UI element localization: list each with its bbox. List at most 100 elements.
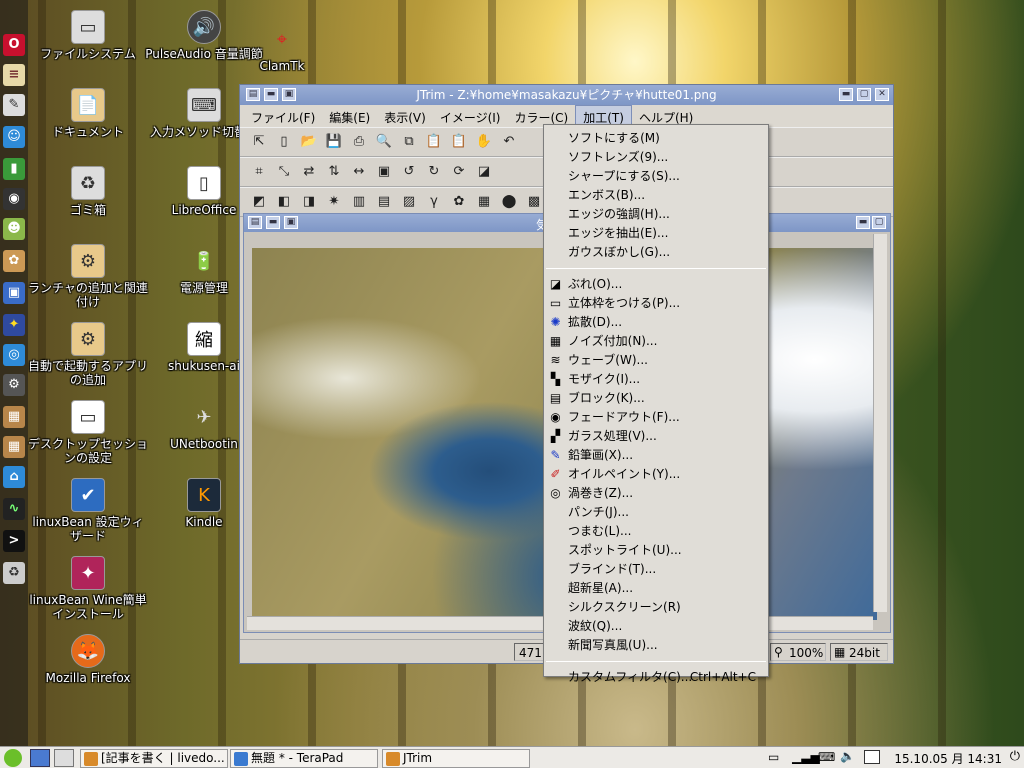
desktop-icon-filesystem[interactable]: ▭ ファイルシステム: [28, 10, 148, 61]
menu-item-soften[interactable]: ソフトにする(M): [544, 129, 768, 148]
menu-item-block[interactable]: ▤ ブロック(K)...: [544, 389, 768, 408]
paint-icon[interactable]: ✿: [3, 250, 25, 272]
desktop-icon-autostart[interactable]: ⚙ 自動で起動するアプリの追加: [28, 322, 148, 387]
menu-item-sharpen[interactable]: シャープにする(S)...: [544, 167, 768, 186]
menu-item-spotlight[interactable]: スポットライト(U)...: [544, 541, 768, 560]
cart-icon[interactable]: ⌂: [3, 466, 25, 488]
package-add-icon[interactable]: ▦: [3, 436, 25, 458]
blur-tool-icon[interactable]: ◪: [473, 161, 495, 183]
menu-image[interactable]: イメージ(I): [433, 105, 508, 127]
undo-icon[interactable]: ↶: [498, 131, 520, 153]
sparkle-icon[interactable]: ✷: [323, 191, 345, 213]
gradient-icon[interactable]: ◩: [248, 191, 270, 213]
editor-icon[interactable]: ✎: [3, 94, 25, 116]
gamma-icon[interactable]: γ: [423, 191, 445, 213]
menu-item-punch[interactable]: パンチ(J)...: [544, 503, 768, 522]
child-menu-icon[interactable]: ▤: [248, 216, 262, 229]
menu-item-diffuse[interactable]: ✺ 拡散(D)...: [544, 313, 768, 332]
menu-item-edge-detect[interactable]: エッジを抽出(E)...: [544, 224, 768, 243]
stretch-icon[interactable]: ↔: [348, 161, 370, 183]
child-restore-icon[interactable]: ▣: [284, 216, 298, 229]
rotate-right-icon[interactable]: ↻: [423, 161, 445, 183]
start-menu-icon[interactable]: [4, 749, 22, 767]
palette-icon[interactable]: ⬤: [498, 191, 520, 213]
grid-icon[interactable]: ▩: [523, 191, 545, 213]
package-icon[interactable]: ▦: [3, 406, 25, 428]
chat-icon[interactable]: ☺: [3, 126, 25, 148]
crop-icon[interactable]: ⌗: [248, 161, 270, 183]
color-wheel-icon[interactable]: ✿: [448, 191, 470, 213]
child-minimize-icon[interactable]: ▬: [266, 216, 280, 229]
open-recent-icon[interactable]: ⇱: [248, 131, 270, 153]
monitor-icon[interactable]: ∿: [3, 498, 25, 520]
menu-item-glass[interactable]: ▞ ガラス処理(V)...: [544, 427, 768, 446]
frame-icon[interactable]: ▣: [373, 161, 395, 183]
sepia-icon[interactable]: ◧: [273, 191, 295, 213]
menu-file[interactable]: ファイル(F): [244, 105, 322, 127]
network-icon[interactable]: ◎: [3, 344, 25, 366]
menu-item-wave[interactable]: ≋ ウェーブ(W)...: [544, 351, 768, 370]
hsv-icon[interactable]: ▤: [373, 191, 395, 213]
terminal-icon[interactable]: >: [3, 530, 25, 552]
menu-item-3d-frame[interactable]: ▭ 立体枠をつける(P)...: [544, 294, 768, 313]
window-titlebar[interactable]: ▤ ▬ ▣ JTrim - Z:¥home¥masakazu¥ピクチャ¥hutt…: [240, 85, 893, 105]
child-minimize-right-icon[interactable]: ▬: [856, 216, 870, 229]
desktop-icon-documents[interactable]: 📄 ドキュメント: [28, 88, 148, 139]
restore-left-icon[interactable]: ▣: [282, 88, 296, 101]
menu-item-blind[interactable]: ブラインド(T)...: [544, 560, 768, 579]
trash-dock-icon[interactable]: ♻: [3, 562, 25, 584]
dither-icon[interactable]: ▦: [473, 191, 495, 213]
workspace-icon[interactable]: [54, 749, 74, 767]
print-preview-icon[interactable]: 🔍: [373, 131, 395, 153]
task-browser[interactable]: [記事を書く | livedo...: [80, 749, 228, 768]
desktop-icon-clamtk[interactable]: ⌖ ClamTk: [222, 22, 342, 74]
tray-signal-icon[interactable]: ▁▃▅: [792, 750, 820, 764]
menu-item-newspaper[interactable]: 新聞写真風(U)...: [544, 636, 768, 655]
menu-view[interactable]: 表示(V): [377, 105, 433, 127]
save-icon[interactable]: 💾: [323, 131, 345, 153]
menu-item-gaussian-blur[interactable]: ガウスぼかし(G)...: [544, 243, 768, 262]
window-menu-icon[interactable]: ▤: [246, 88, 260, 101]
menu-item-oil-paint[interactable]: ✐ オイルペイント(Y)...: [544, 465, 768, 484]
picture-icon[interactable]: ▨: [398, 191, 420, 213]
menu-item-mosaic[interactable]: ▚ モザイク(I)...: [544, 370, 768, 389]
media-icon[interactable]: ◉: [3, 188, 25, 210]
desktop-icon-session[interactable]: ▭ デスクトップセッションの設定: [28, 400, 148, 465]
image-icon[interactable]: ▣: [3, 282, 25, 304]
menu-edit[interactable]: 編集(E): [322, 105, 377, 127]
show-desktop-icon[interactable]: [30, 749, 50, 767]
rotate-left-icon[interactable]: ↺: [398, 161, 420, 183]
book-icon[interactable]: ▮: [3, 158, 25, 180]
menu-item-fadeout[interactable]: ◉ フェードアウト(F)...: [544, 408, 768, 427]
negative-icon[interactable]: ◨: [298, 191, 320, 213]
menu-item-silkscreen[interactable]: シルクスクリーン(R): [544, 598, 768, 617]
bird-icon[interactable]: ✦: [3, 314, 25, 336]
tray-window-icon[interactable]: [864, 750, 880, 764]
menu-item-pinch[interactable]: つまむ(L)...: [544, 522, 768, 541]
paste-new-icon[interactable]: 📋: [448, 131, 470, 153]
desktop-icon-trash[interactable]: ♻ ゴミ箱: [28, 166, 148, 217]
flip-vertical-icon[interactable]: ⇅: [323, 161, 345, 183]
task-jtrim[interactable]: JTrim: [382, 749, 530, 768]
close-icon[interactable]: ✕: [875, 88, 889, 101]
rotate-free-icon[interactable]: ⟳: [448, 161, 470, 183]
tray-display-icon[interactable]: ▭: [768, 750, 779, 764]
menu-item-supernova[interactable]: 超新星(A)...: [544, 579, 768, 598]
menu-item-motion-blur[interactable]: ◪ ぶれ(O)...: [544, 275, 768, 294]
menu-item-custom-filter[interactable]: カスタムフィルタ(C)... Ctrl+Alt+C: [544, 668, 768, 687]
desktop-icon-launcher[interactable]: ⚙ ランチャの追加と関連付け: [28, 244, 148, 309]
menu-item-ripple[interactable]: 波紋(Q)...: [544, 617, 768, 636]
tray-volume-icon[interactable]: 🔈: [840, 749, 855, 763]
menu-item-soft-lens[interactable]: ソフトレンズ(9)...: [544, 148, 768, 167]
menu-item-swirl[interactable]: ◎ 渦巻き(Z)...: [544, 484, 768, 503]
desktop-icon-firefox[interactable]: 🦊 Mozilla Firefox: [28, 634, 148, 685]
flip-horizontal-icon[interactable]: ⇄: [298, 161, 320, 183]
child-maximize-icon[interactable]: ▢: [872, 216, 886, 229]
minimize-left-icon[interactable]: ▬: [264, 88, 278, 101]
paste-icon[interactable]: 📋: [423, 131, 445, 153]
menu-item-pencil[interactable]: ✎ 鉛筆画(X)...: [544, 446, 768, 465]
menu-item-emboss[interactable]: エンボス(B)...: [544, 186, 768, 205]
opera-icon[interactable]: O: [3, 34, 25, 56]
resize-icon[interactable]: ⤡: [273, 161, 295, 183]
open-folder-icon[interactable]: 📂: [298, 131, 320, 153]
